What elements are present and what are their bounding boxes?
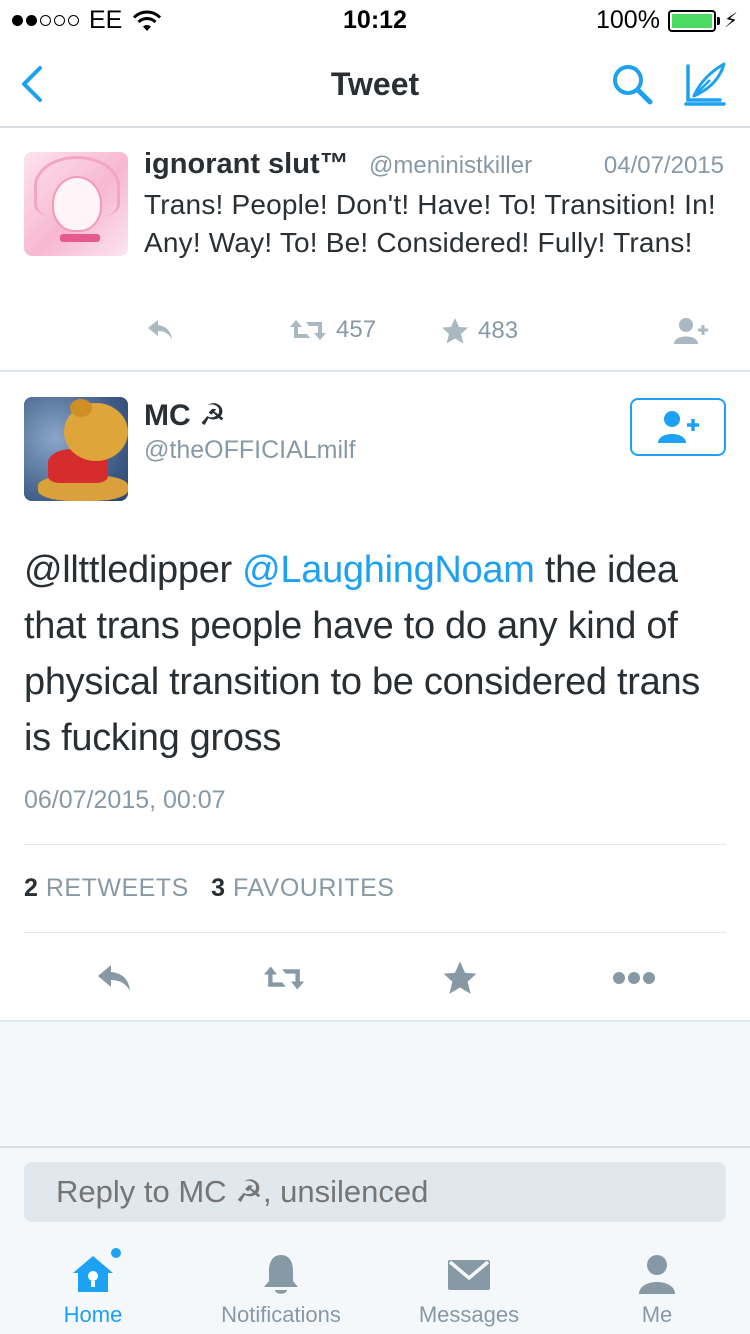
mention-link[interactable]: @LaughingNoam bbox=[242, 549, 535, 591]
follow-button[interactable] bbox=[630, 398, 726, 456]
bell-icon bbox=[257, 1250, 305, 1298]
retweet-icon bbox=[263, 966, 305, 990]
parent-tweet[interactable]: ignorant slut™ @meninistkiller 04/07/201… bbox=[0, 130, 750, 372]
reply-button[interactable] bbox=[144, 316, 176, 344]
tab-me[interactable]: Me bbox=[562, 1240, 750, 1334]
mention-link[interactable]: @llttledipper bbox=[24, 549, 232, 591]
charging-bolt-icon: ⚡ bbox=[723, 10, 738, 32]
compose-icon[interactable] bbox=[680, 60, 730, 110]
tweet-stats: 2 RETWEETS 3 FAVOURITES bbox=[24, 874, 394, 903]
empty-area bbox=[0, 1020, 750, 1148]
favourite-button[interactable] bbox=[438, 956, 482, 1000]
tweet-actions: 457 483 bbox=[144, 316, 724, 352]
person-icon bbox=[633, 1250, 681, 1298]
tab-messages[interactable]: Messages bbox=[374, 1240, 564, 1334]
tab-notifications[interactable]: Notifications bbox=[186, 1240, 376, 1334]
more-dots-icon bbox=[613, 972, 655, 984]
reply-icon bbox=[98, 965, 130, 991]
more-button[interactable] bbox=[612, 956, 656, 1000]
tab-home[interactable]: Home bbox=[0, 1240, 188, 1334]
search-icon[interactable] bbox=[608, 60, 658, 110]
follow-person-icon bbox=[658, 411, 699, 443]
divider bbox=[24, 932, 726, 933]
favourites-count: 3 bbox=[211, 874, 226, 902]
status-right: 100% ⚡ bbox=[596, 6, 738, 35]
reply-icon bbox=[148, 320, 172, 340]
avatar[interactable] bbox=[24, 152, 128, 256]
nav-bar: Tweet bbox=[0, 40, 750, 128]
notification-badge bbox=[109, 1246, 123, 1260]
star-icon bbox=[442, 318, 468, 344]
tab-bar: Home Notifications Messages Me bbox=[0, 1240, 750, 1334]
battery-percent: 100% bbox=[596, 6, 660, 34]
retweets-label: RETWEETS bbox=[45, 874, 189, 902]
retweets-stat[interactable]: 2 RETWEETS bbox=[24, 874, 189, 902]
author-handle[interactable]: @theOFFICIALmilf bbox=[144, 436, 356, 465]
avatar[interactable] bbox=[24, 397, 128, 501]
author-name[interactable]: ignorant slut™ bbox=[144, 148, 349, 181]
reply-bar bbox=[0, 1148, 750, 1240]
tweet-text: Trans! People! Don't! Have! To! Transiti… bbox=[144, 189, 716, 258]
tweet-text: @llttledipper @LaughingNoam the idea tha… bbox=[24, 542, 734, 766]
star-icon bbox=[443, 961, 477, 994]
retweet-button[interactable] bbox=[262, 956, 306, 1000]
tweet-date: 04/07/2015 bbox=[603, 152, 724, 179]
envelope-icon bbox=[445, 1250, 493, 1298]
reply-button[interactable] bbox=[92, 956, 136, 1000]
favourite-count: 483 bbox=[478, 317, 519, 344]
reply-input[interactable] bbox=[24, 1162, 726, 1222]
retweet-button[interactable]: 457 bbox=[288, 316, 376, 344]
battery-icon bbox=[667, 9, 720, 32]
retweets-count: 2 bbox=[24, 874, 39, 902]
status-bar: EE 10:12 100% ⚡ bbox=[0, 0, 750, 40]
tab-label: Home bbox=[63, 1302, 123, 1327]
favourites-label: FAVOURITES bbox=[232, 874, 395, 902]
retweet-icon bbox=[290, 320, 326, 340]
favourite-button[interactable]: 483 bbox=[440, 316, 518, 346]
tweet-header: ignorant slut™ @meninistkiller 04/07/201… bbox=[144, 148, 734, 184]
tweet-actions bbox=[0, 956, 750, 1000]
follow-person-icon bbox=[674, 318, 708, 344]
author-handle: @meninistkiller bbox=[369, 152, 533, 179]
retweet-count: 457 bbox=[336, 316, 377, 343]
divider bbox=[24, 844, 726, 845]
tweet-timestamp: 06/07/2015, 00:07 bbox=[24, 786, 226, 814]
author-name[interactable]: MC ☭ bbox=[144, 398, 226, 433]
tab-label: Me bbox=[641, 1302, 673, 1327]
favourites-stat[interactable]: 3 FAVOURITES bbox=[211, 874, 394, 902]
tab-label: Notifications bbox=[221, 1302, 341, 1327]
follow-button[interactable] bbox=[672, 316, 712, 346]
tab-label: Messages bbox=[418, 1302, 520, 1327]
home-icon bbox=[69, 1246, 123, 1298]
